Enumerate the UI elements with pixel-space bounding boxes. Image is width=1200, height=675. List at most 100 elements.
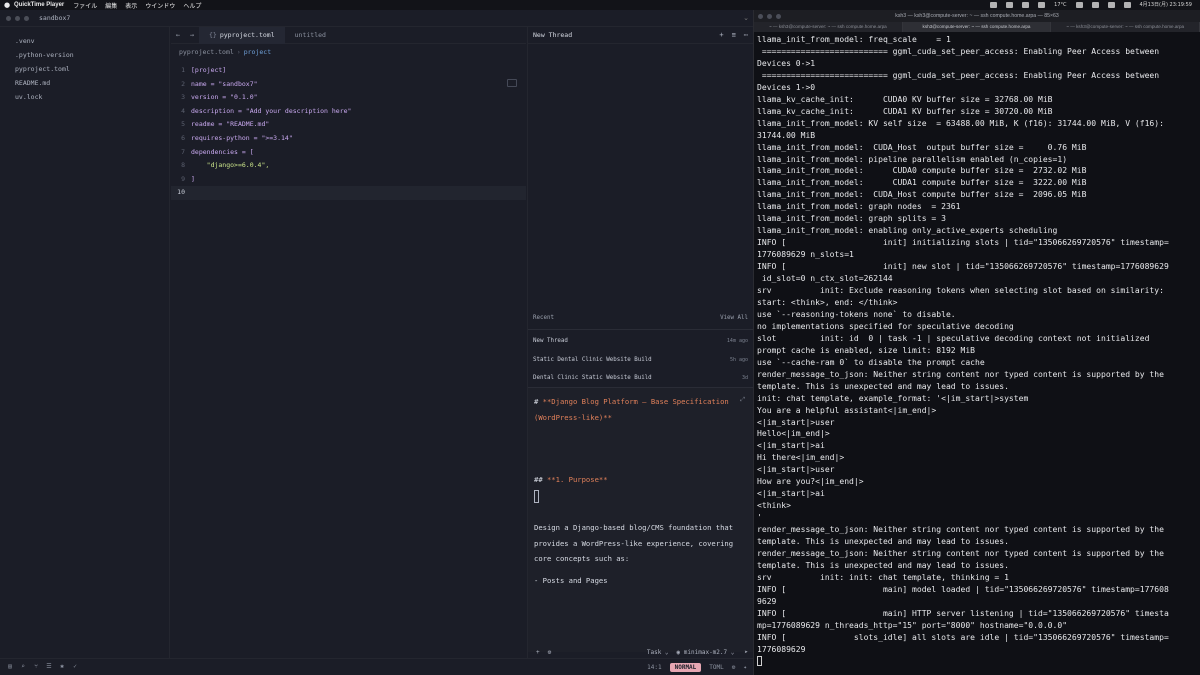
close-window-button[interactable] <box>6 15 11 21</box>
code-line: name = "sandbox7" <box>191 79 258 88</box>
terminal-tab-active[interactable]: ksh3@compute-server: ~ — ssh compute.hom… <box>902 22 1052 32</box>
cursor-position[interactable]: 14:1 <box>647 664 661 671</box>
terminal-output[interactable]: llama_init_from_model: freq_scale = 1 ==… <box>754 32 1200 675</box>
status-icon-1[interactable] <box>990 2 998 8</box>
tree-item-venv[interactable]: .venv <box>0 34 169 48</box>
app-menu[interactable]: QuickTime Player <box>14 2 64 8</box>
thread-item[interactable]: New Thread 14m ago <box>528 332 753 351</box>
tree-item-uv-lock[interactable]: uv.lock <box>0 90 169 104</box>
menu-help[interactable]: ヘルプ <box>183 1 201 10</box>
mode-select[interactable]: Task ⌄ <box>647 649 669 656</box>
agent-thread-title[interactable]: New Thread <box>533 31 572 39</box>
model-select[interactable]: ◉ minimax-m2.7 ⌄ <box>677 649 735 656</box>
minimap-toggle-icon[interactable] <box>507 79 517 87</box>
weather-temp[interactable]: 17°C <box>1054 2 1066 8</box>
tab-label: pyproject.toml <box>219 30 275 39</box>
terminal-line: Devices 0->1 <box>757 58 816 68</box>
chevron-down-icon[interactable]: ⌄ <box>743 14 749 22</box>
tree-item-pyproject[interactable]: pyproject.toml <box>0 62 169 76</box>
breadcrumb-section[interactable]: project <box>244 48 271 56</box>
project-tree: .venv .python-version pyproject.toml REA… <box>0 27 170 667</box>
editor-titlebar: sandbox7 ⌄ <box>0 10 753 27</box>
minimize-window-button[interactable] <box>15 15 20 21</box>
terminal-line: <|im_start|>ai <box>757 489 825 499</box>
terminal-line: <|im_start|>user <box>757 417 835 427</box>
draft-body: Design a Django-based blog/CMS foundatio… <box>534 522 734 564</box>
notifications-icon[interactable]: ⚙ <box>732 664 736 671</box>
terminal-titlebar: ksh3 — ksh3@compute-server: ~ — ssh comp… <box>754 10 1200 22</box>
terminal-line: srv init: Exclude reasoning tokens when … <box>757 286 1164 296</box>
back-arrow-icon[interactable]: ← <box>171 31 185 39</box>
terminal-line: llama_init_from_model: enabling only_act… <box>757 226 1058 236</box>
divider <box>528 329 753 330</box>
wifi-icon[interactable] <box>1075 2 1083 8</box>
terminal-line: How are you?<|im_end|> <box>757 477 864 487</box>
line-number: 1 <box>181 66 185 74</box>
tab-pyproject[interactable]: {} pyproject.toml <box>199 26 285 44</box>
code-lines[interactable]: 1 [project] 2 name = "sandbox7" 3 version =… <box>171 64 526 200</box>
tab-untitled[interactable]: untitled <box>285 27 336 44</box>
battery-icon[interactable] <box>1091 2 1099 8</box>
search-icon[interactable]: ⌕ <box>20 664 26 670</box>
menu-view[interactable]: 表示 <box>125 1 137 10</box>
terminal-line: Hi there<|im_end|> <box>757 453 845 463</box>
send-icon[interactable]: ➤ <box>744 649 748 656</box>
breadcrumb: pyproject.toml › project <box>179 48 272 56</box>
breadcrumb-file[interactable]: pyproject.toml <box>179 48 234 56</box>
status-icon-2[interactable] <box>1006 2 1014 8</box>
terminal-line: 1776089629 n_slots=1 <box>757 250 854 260</box>
project-title[interactable]: sandbox7 <box>39 14 70 22</box>
expand-icon[interactable]: ⤢ <box>740 396 745 404</box>
agent-toggle-icon[interactable]: ✦ <box>743 664 747 671</box>
project-panel-icon[interactable]: ▤ <box>7 664 13 670</box>
outline-icon[interactable]: ☰ <box>46 664 52 670</box>
forward-arrow-icon[interactable]: → <box>185 31 199 39</box>
terminal-line: render_message_to_json: Neither string c… <box>757 548 1164 558</box>
add-context-icon[interactable]: + <box>536 649 540 656</box>
heading-marker: # <box>534 397 543 406</box>
language-indicator[interactable]: TOML <box>709 664 723 671</box>
terminal-line: llama_init_from_model: graph splits = 3 <box>757 214 946 224</box>
terminal-line: llama_init_from_model: graph nodes = 236… <box>757 202 961 212</box>
debug-icon[interactable]: ✱ <box>59 664 65 670</box>
apple-menu-icon[interactable]: ● <box>0 1 14 9</box>
control-center-icon[interactable] <box>1123 2 1131 8</box>
thread-item[interactable]: Dental Clinic Static Website Build 3d <box>528 369 753 388</box>
toml-file-icon: {} <box>209 30 217 39</box>
thread-time: 5h ago <box>729 356 748 363</box>
message-composer[interactable]: ⤢ # **Django Blog Platform – Base Specif… <box>528 387 753 652</box>
history-icon[interactable]: ≡ <box>732 31 736 39</box>
tree-item-readme[interactable]: README.md <box>0 76 169 90</box>
terminal-line: INFO [ slots_idle] all slots are idle | … <box>757 632 1169 642</box>
settings-icon[interactable]: ⚙ <box>548 649 552 656</box>
terminal-tab[interactable]: ~ — ksh3@compute-server: ~ — ssh compute… <box>754 22 903 32</box>
terminal-line: 1776089629 <box>757 644 806 654</box>
view-all-link[interactable]: View All <box>720 315 748 321</box>
zoom-window-button[interactable] <box>24 15 29 21</box>
thread-title: New Thread <box>533 338 568 345</box>
tree-item-python-version[interactable]: .python-version <box>0 48 169 62</box>
search-icon[interactable] <box>1107 2 1115 8</box>
menubar-clock[interactable]: 4月13日(月) 23:19:59 <box>1140 2 1193 8</box>
thread-title: Dental Clinic Static Website Build <box>533 375 652 382</box>
draft-bullet: - Posts and Pages <box>534 575 608 585</box>
terminal-line: id_slot=0 n_ctx_slot=262144 <box>757 274 893 284</box>
new-thread-icon[interactable]: + <box>719 31 723 39</box>
thread-item[interactable]: Static Dental Clinic Website Build 5h ago <box>528 351 753 370</box>
check-icon[interactable]: ✓ <box>72 664 78 670</box>
more-icon[interactable]: ⋯ <box>744 31 748 39</box>
terminal-line: Devices 1->0 <box>757 82 816 92</box>
status-icon-4[interactable] <box>1038 2 1046 8</box>
terminal-lines: llama_init_from_model: freq_scale = 1 ==… <box>757 34 1197 656</box>
recent-label: Recent <box>533 315 554 321</box>
menu-window[interactable]: ウインドウ <box>145 1 175 10</box>
git-icon[interactable]: ⑂ <box>33 664 39 670</box>
model-label: minimax-m2.7 <box>683 648 728 656</box>
menu-edit[interactable]: 編集 <box>105 1 117 10</box>
menu-file[interactable]: ファイル <box>73 1 97 10</box>
status-icon-3[interactable] <box>1022 2 1030 8</box>
terminal-line: llama_kv_cache_init: CUDA0 KV buffer siz… <box>757 94 1053 104</box>
terminal-tab[interactable]: ~ — ksh3@compute-server: ~ — ssh compute… <box>1051 22 1200 32</box>
window-controls <box>6 15 29 21</box>
terminal-window: ksh3 — ksh3@compute-server: ~ — ssh comp… <box>753 10 1200 675</box>
